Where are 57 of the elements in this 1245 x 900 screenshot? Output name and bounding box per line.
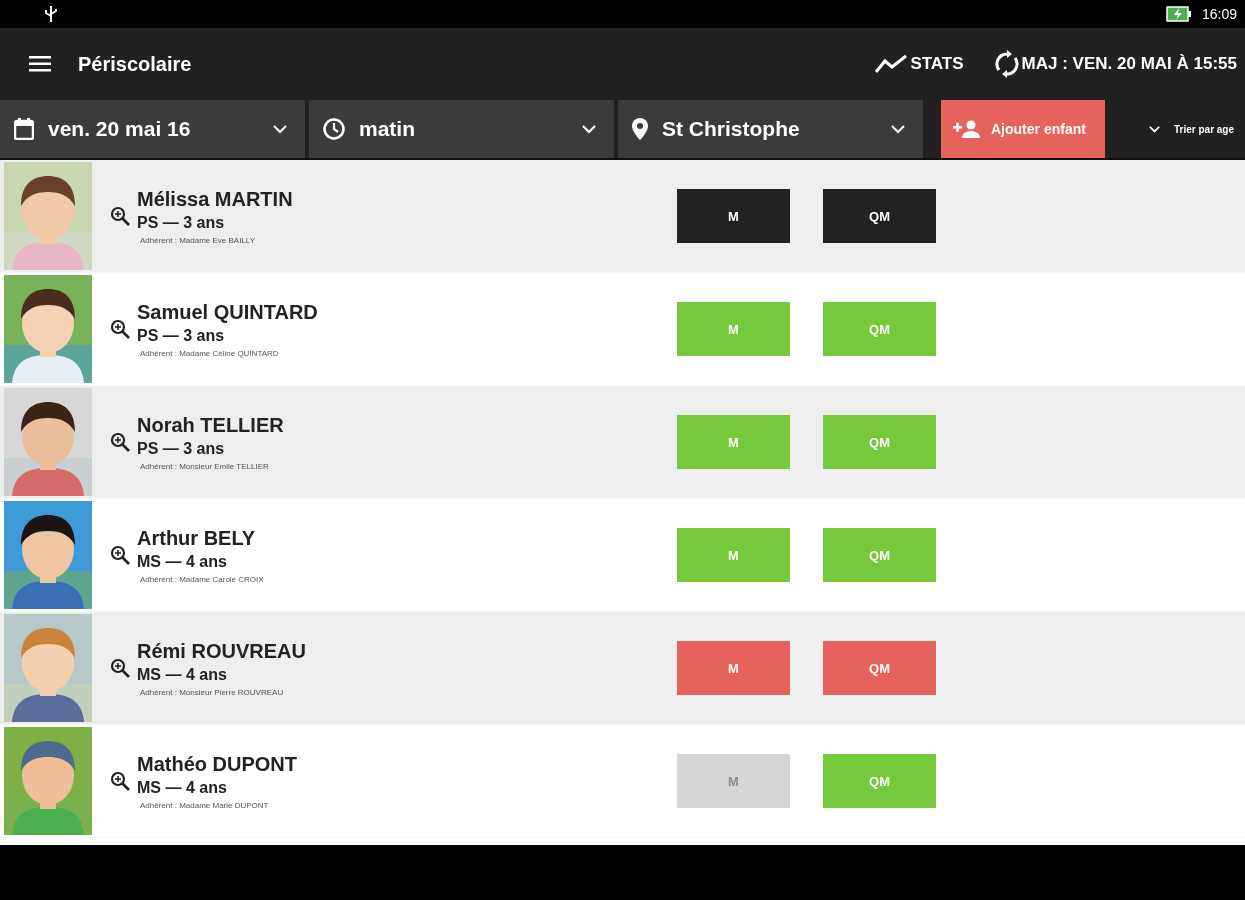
child-name: Mathéo DUPONT (137, 752, 298, 776)
chevron-down-icon (582, 124, 596, 134)
child-name: Norah TELLIER (137, 413, 285, 437)
member-name: Adhérent : Monsieur Pierre ROUVREAU (140, 687, 285, 697)
member-name: Adhérent : Madame Céline QUINTARD (140, 348, 280, 358)
trend-line-icon (874, 54, 909, 74)
chevron-down-icon (1149, 124, 1160, 134)
class-age: MS — 4 ans (137, 552, 228, 571)
child-name: Arthur BELY (137, 526, 257, 550)
member-name: Adhérent : Madame Marie DUPONT (140, 800, 270, 810)
class-age: MS — 4 ans (137, 665, 228, 684)
class-age: PS — 3 ans (137, 213, 226, 232)
child-name: Mélissa MARTIN (137, 187, 294, 211)
sync-icon (993, 50, 1020, 78)
zoom-in-icon[interactable] (110, 319, 130, 339)
sort-dropdown[interactable]: Trier par age (1149, 100, 1235, 158)
location-pin-icon (632, 118, 648, 140)
chevron-down-icon (273, 124, 287, 134)
attendance-button[interactable]: QM (823, 189, 936, 243)
class-age: PS — 3 ans (137, 439, 226, 458)
attendance-button[interactable]: M (677, 302, 790, 356)
attendance-button[interactable]: M (677, 641, 790, 695)
dropdown[interactable]: ven. 20 mai 16 (0, 100, 305, 158)
chevron-down-icon (891, 124, 905, 134)
clock-time: 16:09 (1201, 6, 1237, 22)
attendance-button[interactable]: QM (823, 302, 936, 356)
zoom-in-icon[interactable] (110, 771, 130, 791)
child-name: Rémi ROUVREAU (137, 639, 307, 663)
attendance-button[interactable]: QM (823, 528, 936, 582)
zoom-in-icon[interactable] (110, 206, 130, 226)
child-name: Samuel QUINTARD (137, 300, 319, 324)
attendance-button[interactable]: QM (823, 754, 936, 808)
attendance-button[interactable]: M (677, 415, 790, 469)
class-age: MS — 4 ans (137, 778, 228, 797)
usb-icon (44, 6, 58, 22)
attendance-button[interactable]: M (677, 528, 790, 582)
attendance-button[interactable]: M (677, 189, 790, 243)
attendance-button[interactable]: QM (823, 415, 936, 469)
zoom-in-icon[interactable] (110, 432, 130, 452)
attendance-button[interactable]: QM (823, 641, 936, 695)
menu-icon[interactable] (29, 56, 51, 72)
calendar-icon (14, 118, 34, 140)
add-person-icon (953, 120, 981, 138)
battery-charging-icon (1165, 6, 1192, 22)
zoom-in-icon[interactable] (110, 545, 130, 565)
dropdown[interactable]: St Christophe (618, 100, 923, 158)
stats-button[interactable]: STATS (874, 54, 964, 74)
clock-icon (323, 118, 345, 140)
sync-button[interactable]: MAJ : VEN. 20 MAI À 15:55 (993, 50, 1237, 78)
app-title: Périscolaire (78, 52, 192, 76)
class-age: PS — 3 ans (137, 326, 226, 345)
member-name: Adhérent : Madame Carole CROIX (140, 574, 265, 584)
zoom-in-icon[interactable] (110, 658, 130, 678)
add-child-button[interactable]: Ajouter enfant (941, 100, 1105, 158)
member-name: Adhérent : Madame Eve BAILLY (140, 235, 257, 245)
dropdown[interactable]: matin (309, 100, 614, 158)
member-name: Adhérent : Monsieur Emile TELLIER (140, 461, 270, 471)
